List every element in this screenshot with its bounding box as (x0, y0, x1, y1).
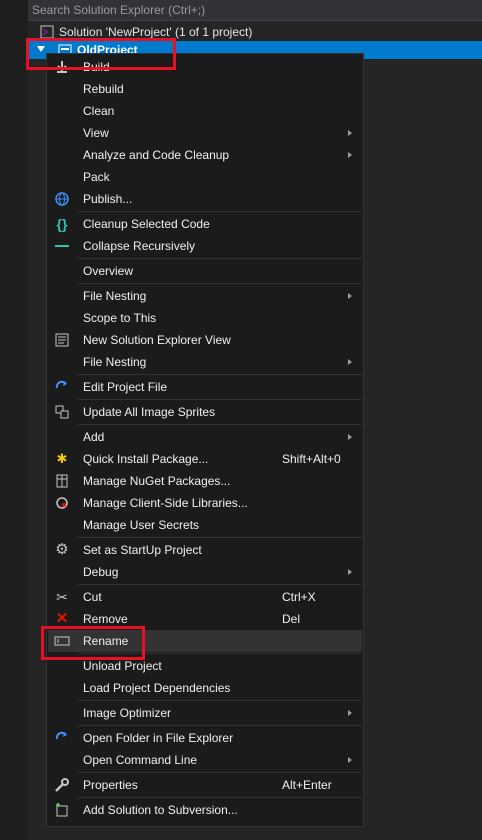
menu-item-clean[interactable]: Clean (48, 100, 362, 122)
menu-item-overview[interactable]: Overview (48, 260, 362, 282)
menu-separator (78, 700, 361, 701)
search-input[interactable]: Search Solution Explorer (Ctrl+;) (28, 0, 482, 21)
shortcut-text: Del (282, 612, 301, 626)
submenu-arrow-icon (348, 710, 352, 716)
close-icon: ✕ (55, 610, 69, 627)
menu-separator (78, 283, 361, 284)
submenu-arrow-icon (348, 293, 352, 299)
menu-item-pack[interactable]: Pack (48, 166, 362, 188)
submenu-arrow-icon (348, 434, 352, 440)
solution-icon (40, 25, 54, 39)
menu-item-file-nesting[interactable]: File Nesting (48, 285, 362, 307)
menu-separator (78, 374, 361, 375)
menu-item-cleanup-selected-code[interactable]: {} Cleanup Selected Code (48, 213, 362, 235)
menu-separator (78, 537, 361, 538)
globe-icon (54, 191, 70, 207)
menu-item-edit-project-file[interactable]: Edit Project File (48, 376, 362, 398)
shortcut-text: Shift+Alt+0 (282, 452, 341, 466)
submenu-arrow-icon (348, 130, 352, 136)
nuget-icon (54, 473, 70, 489)
menu-item-cut[interactable]: ✂ Cut Ctrl+X (48, 586, 362, 608)
menu-item-manage-nuget[interactable]: Manage NuGet Packages... (48, 470, 362, 492)
menu-item-open-folder-explorer[interactable]: Open Folder in File Explorer (48, 727, 362, 749)
braces-icon: {} (56, 216, 68, 232)
menu-separator (78, 211, 361, 212)
menu-item-scope-to-this[interactable]: Scope to This (48, 307, 362, 329)
shortcut-text: Alt+Enter (282, 778, 332, 792)
search-placeholder: Search Solution Explorer (Ctrl+;) (32, 3, 206, 17)
menu-item-open-command-line[interactable]: Open Command Line (48, 749, 362, 771)
menu-separator (78, 772, 361, 773)
submenu-arrow-icon (348, 359, 352, 365)
menu-item-image-optimizer[interactable]: Image Optimizer (48, 702, 362, 724)
menu-separator (78, 399, 361, 400)
wrench-icon (54, 777, 70, 793)
collapse-icon (54, 238, 70, 254)
menu-item-set-startup-project[interactable]: ⚙ Set as StartUp Project (48, 539, 362, 561)
sprites-icon (54, 404, 70, 420)
scissors-icon: ✂ (56, 589, 68, 605)
menu-separator (78, 258, 361, 259)
menu-item-collapse-recursively[interactable]: Collapse Recursively (48, 235, 362, 257)
menu-item-new-solution-explorer-view[interactable]: New Solution Explorer View (48, 329, 362, 351)
menu-item-load-project-dependencies[interactable]: Load Project Dependencies (48, 677, 362, 699)
menu-item-rebuild[interactable]: Rebuild (48, 78, 362, 100)
menu-item-update-image-sprites[interactable]: Update All Image Sprites (48, 401, 362, 423)
menu-separator (78, 424, 361, 425)
submenu-arrow-icon (348, 152, 352, 158)
quick-install-icon: ✱ (56, 451, 68, 466)
new-view-icon (54, 332, 70, 348)
menu-item-quick-install-package[interactable]: ✱ Quick Install Package... Shift+Alt+0 (48, 448, 362, 470)
menu-separator (78, 725, 361, 726)
refresh-arrow-icon (54, 730, 70, 746)
menu-item-properties[interactable]: Properties Alt+Enter (48, 774, 362, 796)
submenu-arrow-icon (348, 569, 352, 575)
refresh-arrow-icon (54, 379, 70, 395)
left-strip (0, 0, 28, 840)
context-menu: Build Rebuild Clean View Analyze and Cod… (46, 53, 364, 827)
menu-item-add-solution-subversion[interactable]: Add Solution to Subversion... (48, 799, 362, 821)
gear-icon: ⚙ (55, 541, 69, 558)
highlight-box-rename (41, 626, 145, 660)
menu-item-view[interactable]: View (48, 122, 362, 144)
submenu-arrow-icon (348, 757, 352, 763)
menu-item-debug[interactable]: Debug (48, 561, 362, 583)
menu-item-manage-user-secrets[interactable]: Manage User Secrets (48, 514, 362, 536)
menu-separator (78, 584, 361, 585)
menu-item-add[interactable]: Add (48, 426, 362, 448)
menu-item-publish[interactable]: Publish... (48, 188, 362, 210)
menu-item-analyze-code-cleanup[interactable]: Analyze and Code Cleanup (48, 144, 362, 166)
libraries-icon (54, 495, 70, 511)
menu-item-manage-client-libraries[interactable]: Manage Client-Side Libraries... (48, 492, 362, 514)
shortcut-text: Ctrl+X (282, 590, 316, 604)
menu-item-file-nesting-2[interactable]: File Nesting (48, 351, 362, 373)
highlight-box-project (26, 38, 176, 70)
subversion-icon (54, 802, 70, 818)
menu-separator (78, 797, 361, 798)
